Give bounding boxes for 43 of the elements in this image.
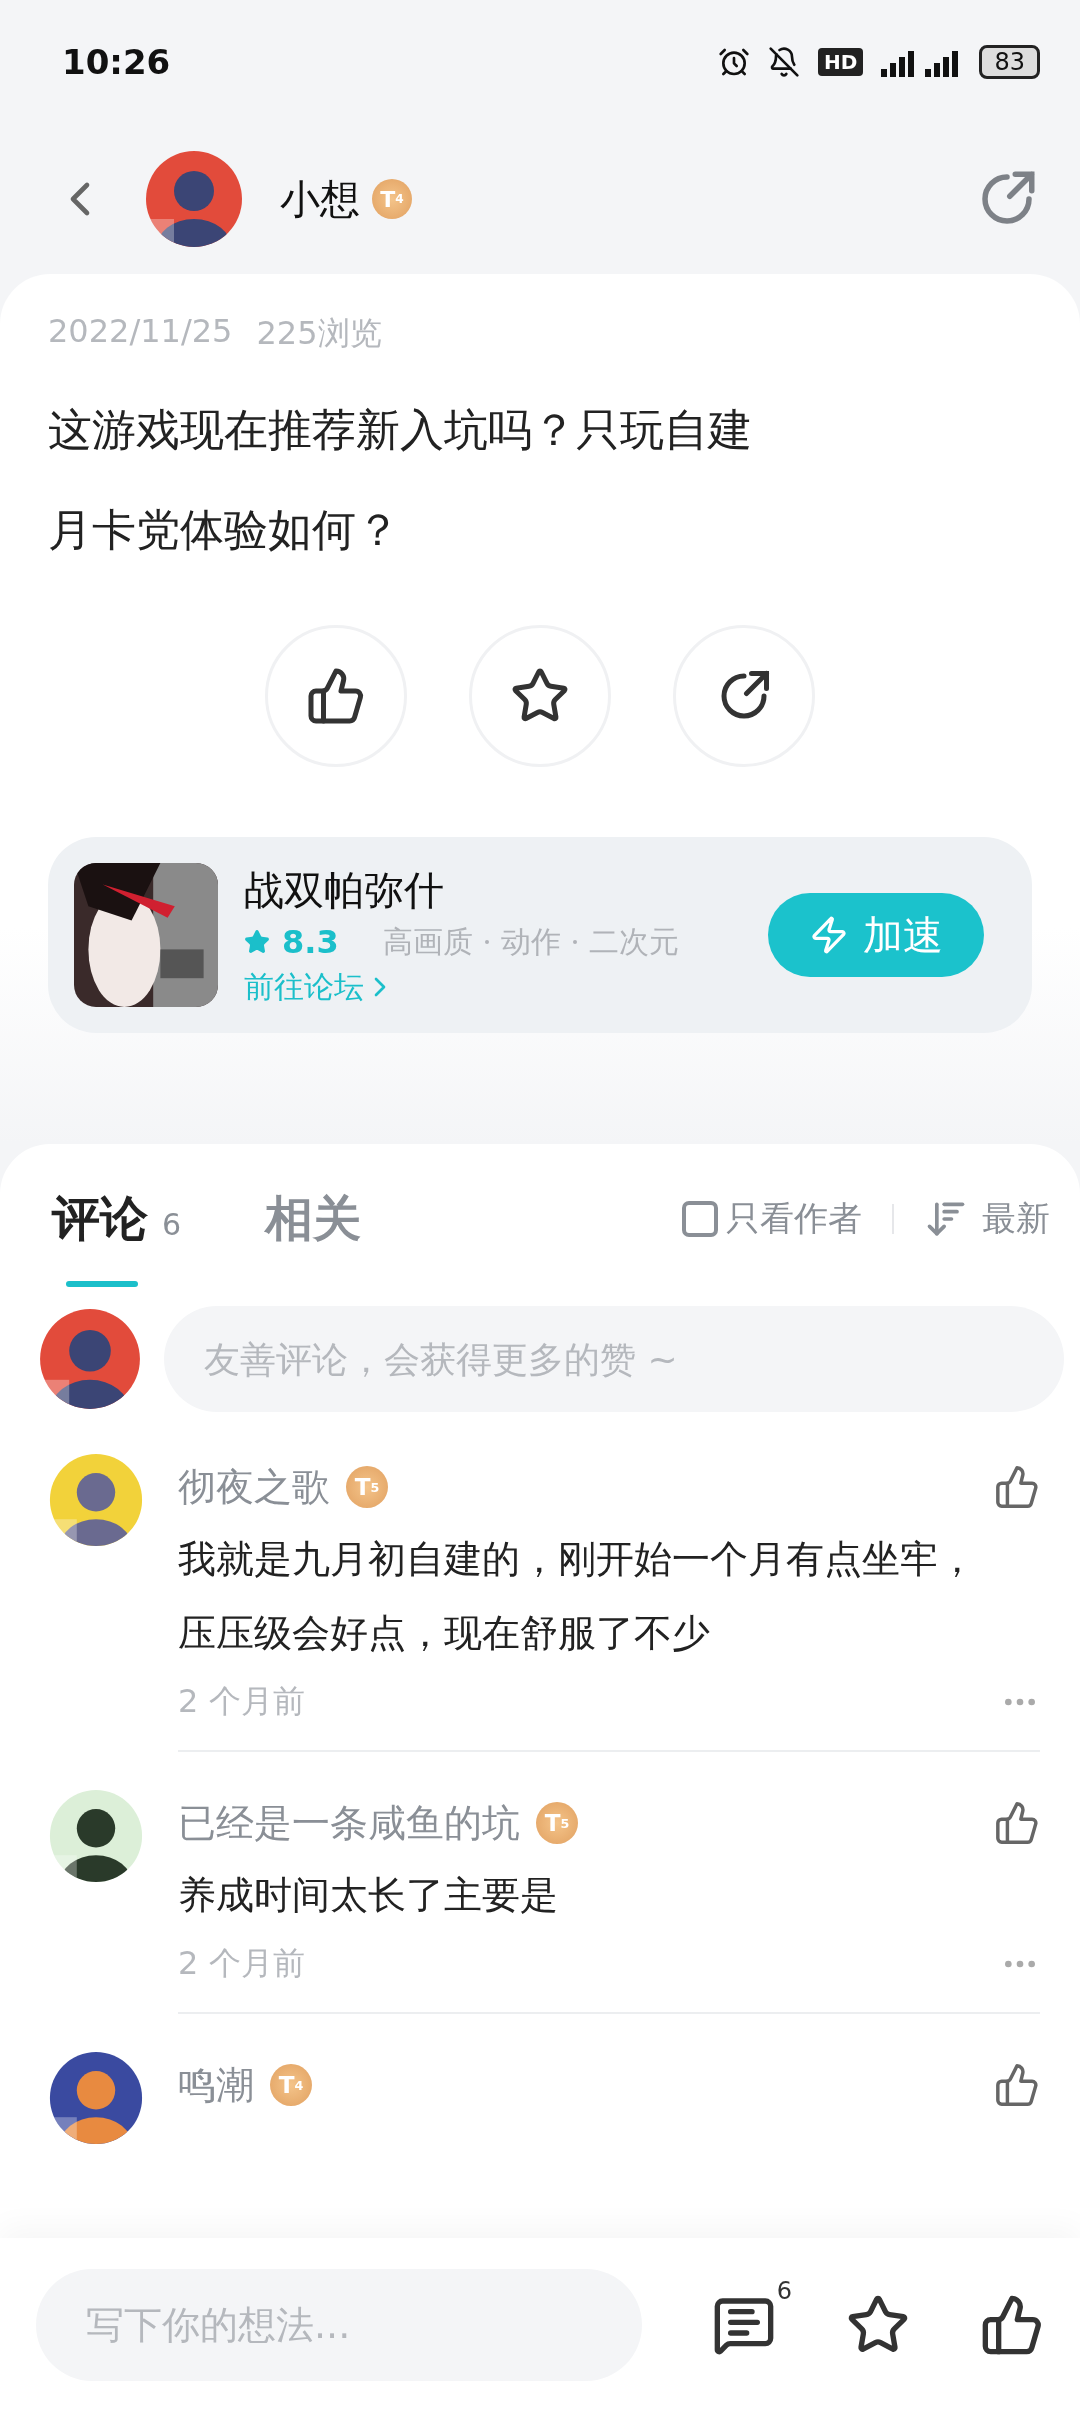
thumbs-up-icon (994, 1800, 1040, 1846)
game-tag: 高画质 (382, 921, 473, 963)
thumbs-up-icon (980, 2293, 1044, 2357)
commenter-name: 鸣潮 (178, 2061, 254, 2109)
battery-indicator: 83 (979, 45, 1040, 79)
commenter-name: 已经是一条咸鱼的坑 (178, 1799, 520, 1847)
like-button[interactable] (994, 2062, 1040, 2108)
like-button[interactable] (994, 1464, 1040, 1510)
like-button[interactable] (980, 2293, 1044, 2357)
game-rating: 8.3 (282, 923, 339, 961)
forum-link[interactable]: 前往论坛 (244, 966, 742, 1008)
like-button[interactable] (994, 1800, 1040, 1846)
thumbs-up-icon (994, 1464, 1040, 1510)
status-time: 10:26 (62, 42, 171, 82)
post-date: 2022/11/25 (48, 312, 233, 352)
commenter-name: 彻夜之歌 (178, 1463, 330, 1511)
boost-button[interactable]: 加速 (768, 893, 984, 977)
hd-icon: HD (818, 48, 864, 76)
tab[interactable]: 相关 (265, 1187, 362, 1251)
thumbs-up-icon (994, 2062, 1040, 2108)
star-icon (244, 929, 270, 955)
game-tag: 二次元 (588, 921, 679, 963)
alarm-icon (718, 46, 751, 78)
comment-count: 6 (776, 2277, 792, 2305)
post-title: 月卡党体验如何？ (48, 503, 401, 557)
view-count: 225浏览 (256, 313, 382, 354)
thumbs-up-icon (306, 666, 366, 726)
author-only-checkbox[interactable]: 只看作者 (682, 1196, 862, 1242)
game-tag: 动作 (500, 921, 561, 963)
comment-time: 2 个月前 (178, 1943, 305, 1984)
sort-button[interactable]: 最新 (924, 1196, 1050, 1242)
author-name: 小想 (280, 174, 360, 224)
comment-field[interactable]: 友善评论，会获得更多的赞 ~ (164, 1306, 1064, 1412)
comment-text: 我就是九月初自建的，刚开始一个月有点坐牢，压压级会好点，现在舒服了不少 (178, 1536, 977, 1657)
post-title: 这游戏现在推荐新入坑吗？只玩自建 (48, 403, 753, 457)
comment-time: 2 个月前 (178, 1681, 305, 1722)
lightning-icon (809, 915, 849, 955)
reply-field[interactable]: 写下你的想法... (36, 2269, 642, 2381)
comment-text: 养成时间太长了主要是 (178, 1872, 559, 1919)
game-title: 战双帕弥什 (244, 865, 445, 915)
game-card[interactable]: 战双帕弥什 8.3 高画质 动作 二次元 前往论坛 加速 (48, 837, 1032, 1033)
mute-icon (768, 46, 801, 78)
tab[interactable]: 评论 6 (52, 1187, 182, 1251)
